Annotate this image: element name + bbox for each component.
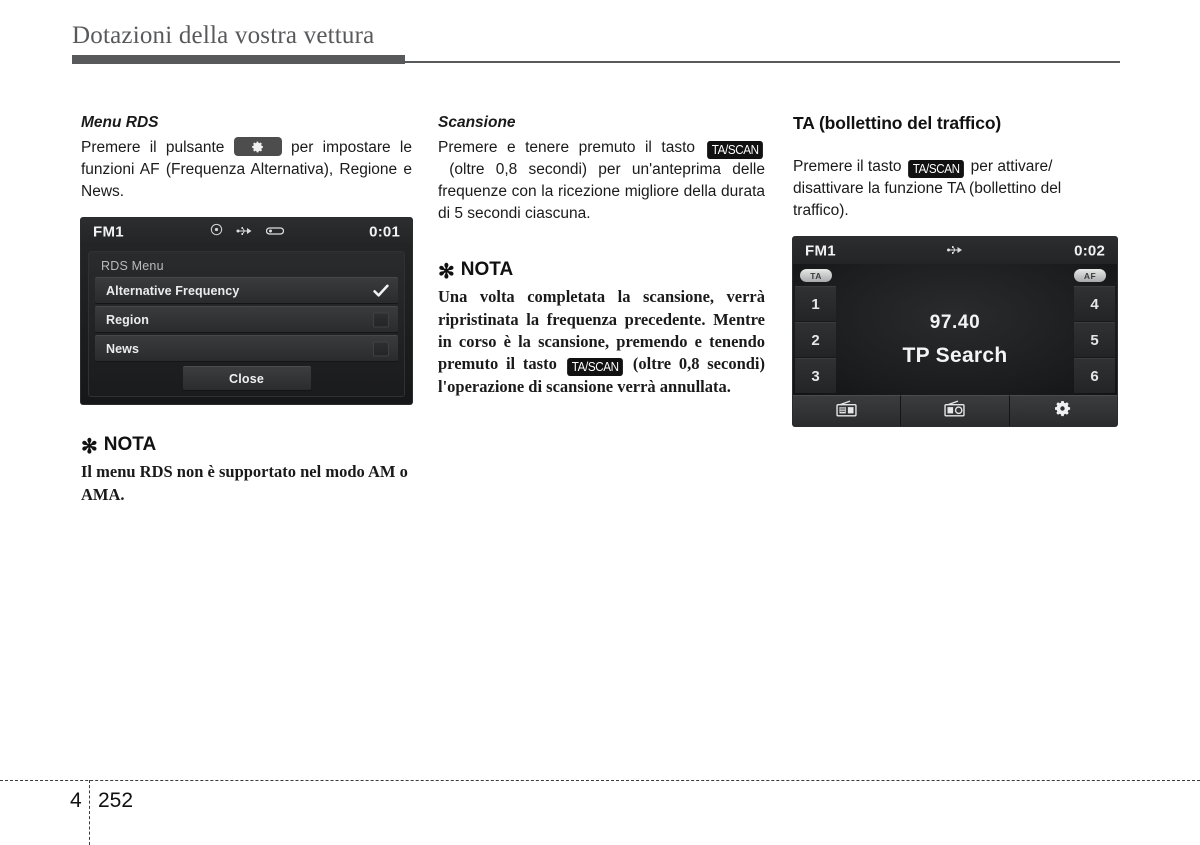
page-header: Dotazioni della vostra vettura xyxy=(72,22,1122,50)
radio-toolbar xyxy=(793,395,1117,426)
preset-column-left: 1 2 3 xyxy=(795,286,836,393)
preset-button-3[interactable]: 3 xyxy=(795,358,836,393)
ta-scan-key[interactable]: TA/SCAN xyxy=(706,141,763,160)
radio-main-screen: FM1 0:02 TA AF 1 2 3 97.40 TP Search 4 5… xyxy=(793,237,1117,426)
rds-status-icons xyxy=(210,223,284,241)
page-title: Dotazioni della vostra vettura xyxy=(72,22,375,49)
radio-source-label: FM1 xyxy=(805,242,836,259)
right-column: TA (bollettino del traffico) Premere il … xyxy=(793,113,1120,426)
footer-divider xyxy=(0,780,1200,781)
footer-chapter-number: 4 xyxy=(70,789,82,812)
radio-list-icon xyxy=(836,400,857,422)
header-rule xyxy=(72,55,1120,64)
usb-icon xyxy=(236,223,253,241)
header-rule-thick xyxy=(72,55,405,64)
checkbox-empty-icon[interactable] xyxy=(373,341,389,357)
ta-scan-key[interactable]: TA/SCAN xyxy=(566,358,623,377)
radio-frequency: 97.40 xyxy=(929,311,981,333)
preset-column-right: 4 5 6 xyxy=(1074,286,1115,393)
radio-clock: 0:02 xyxy=(1074,242,1105,259)
radio-scan-icon xyxy=(944,400,966,422)
footer-vertical-divider xyxy=(89,780,90,845)
mid-paragraph: Premere e tenere premuto il tasto TA/SCA… xyxy=(438,137,765,225)
af-status-badge: AF xyxy=(1074,269,1106,282)
mid-note-heading-label: NOTA xyxy=(460,259,514,281)
radio-settings-button[interactable] xyxy=(1009,395,1117,426)
right-paragraph-part1: Premere il tasto xyxy=(793,158,902,175)
mid-paragraph-part1: Premere e tenere premuto il tasto xyxy=(438,139,696,157)
rds-row-label: Alternative Frequency xyxy=(106,283,240,298)
mid-paragraph-part2: (oltre 0,8 secondi) per un'anteprima del… xyxy=(438,161,765,223)
preset-button-5[interactable]: 5 xyxy=(1074,322,1115,358)
radio-list-button[interactable] xyxy=(793,395,902,426)
disc-icon xyxy=(210,223,223,241)
rds-screen-body: RDS Menu Alternative Frequency Region Ne… xyxy=(81,245,412,405)
radio-scan-button[interactable] xyxy=(901,395,1010,426)
preset-button-4[interactable]: 4 xyxy=(1074,286,1115,322)
rds-row-news[interactable]: News xyxy=(95,335,398,362)
preset-button-2[interactable]: 2 xyxy=(795,322,836,358)
mid-note-heading: ✻ NOTA xyxy=(438,259,765,282)
radio-status-bar: FM1 0:02 xyxy=(793,237,1117,265)
close-button[interactable]: Close xyxy=(182,366,311,391)
radio-screen-body: TA AF 1 2 3 97.40 TP Search 4 5 6 xyxy=(793,264,1117,395)
rds-row-alternative-frequency[interactable]: Alternative Frequency xyxy=(95,277,398,304)
rds-source-label: FM1 xyxy=(93,223,124,241)
gear-icon xyxy=(1054,400,1072,422)
mid-note-block: ✻ NOTA Una volta completata la scansione… xyxy=(438,259,765,399)
footer-page-number: 252 xyxy=(98,789,134,812)
gear-icon xyxy=(251,141,263,153)
middle-column: Scansione Premere e tenere premuto il ta… xyxy=(438,113,765,399)
usb-icon xyxy=(947,242,964,260)
rds-menu-screen: FM1 0:01 RDS Menu Alternative Frequency xyxy=(81,218,412,405)
asterisk-icon: ✻ xyxy=(81,435,98,458)
left-note-heading: ✻ NOTA xyxy=(81,434,412,457)
right-paragraph: Premere il tasto TA/SCAN per attivare/ d… xyxy=(793,156,1120,222)
right-heading: TA (bollettino del traffico) xyxy=(793,113,1002,133)
left-paragraph-part1: Premere il pulsante xyxy=(81,139,225,157)
aux-icon xyxy=(265,223,284,241)
header-rule-thin xyxy=(405,61,1120,63)
radio-status-icons xyxy=(947,242,964,260)
left-note-heading-label: NOTA xyxy=(103,434,157,456)
left-note-body: Il menu RDS non è supportato nel modo AM… xyxy=(81,462,408,504)
gear-button-inline[interactable] xyxy=(233,137,282,157)
radio-center-display: 97.40 TP Search xyxy=(839,286,1071,393)
ta-status-badge: TA xyxy=(800,269,832,282)
left-paragraph: Premere il pulsante per impostare le fun… xyxy=(81,137,412,203)
left-column: Menu RDS Premere il pulsante per imposta… xyxy=(81,113,412,506)
checkbox-empty-icon[interactable] xyxy=(373,312,389,328)
mid-note-body: Una volta completata la scansione, verrà… xyxy=(438,286,765,399)
rds-dialog: RDS Menu Alternative Frequency Region Ne… xyxy=(88,251,405,398)
rds-row-label: Region xyxy=(106,312,149,327)
asterisk-icon: ✻ xyxy=(438,260,455,283)
ta-scan-key[interactable]: TA/SCAN xyxy=(907,160,965,178)
left-note-block: ✻ NOTA Il menu RDS non è supportato nel … xyxy=(81,434,412,506)
rds-dialog-title: RDS Menu xyxy=(101,259,164,274)
preset-button-6[interactable]: 6 xyxy=(1074,358,1115,393)
radio-status-text: TP Search xyxy=(902,343,1008,367)
rds-row-label: News xyxy=(106,341,140,356)
preset-button-1[interactable]: 1 xyxy=(795,286,836,322)
checkmark-icon[interactable] xyxy=(373,283,389,298)
left-subheading: Menu RDS xyxy=(81,114,159,131)
rds-clock: 0:01 xyxy=(369,223,400,241)
rds-status-bar: FM1 0:01 xyxy=(81,218,412,247)
mid-subheading: Scansione xyxy=(438,114,516,131)
rds-row-region[interactable]: Region xyxy=(95,306,398,333)
